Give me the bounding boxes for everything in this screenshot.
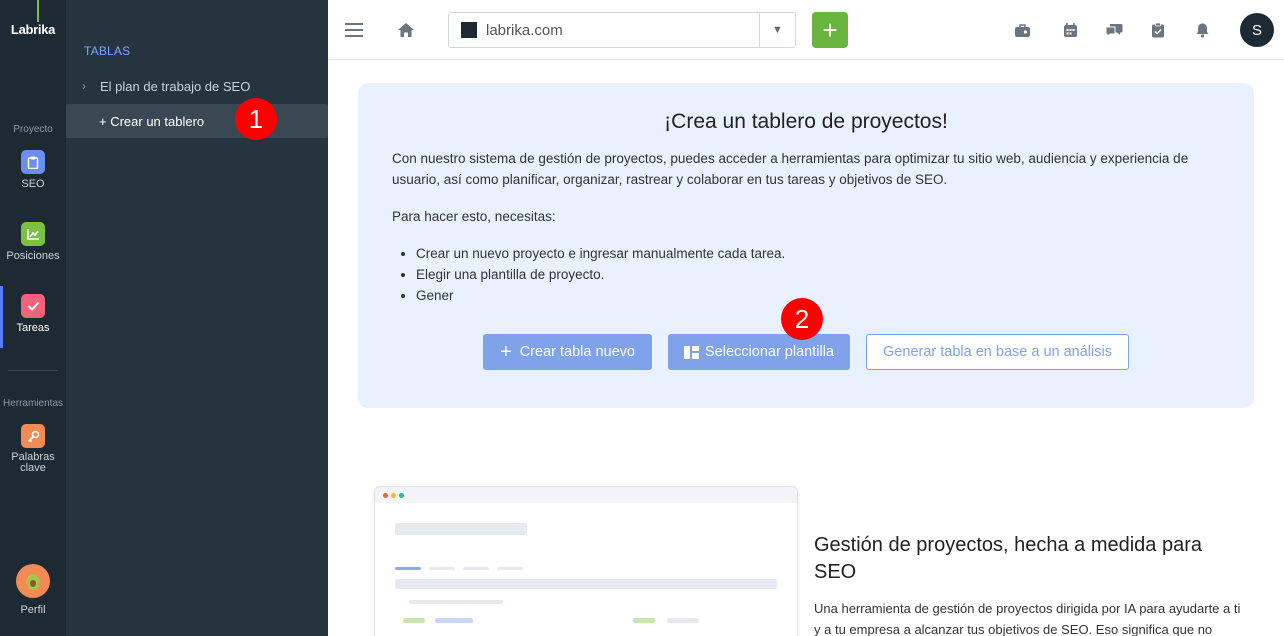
feature-title: Gestión de proyectos, hecha a medida par… (814, 534, 1203, 583)
card-intro: Con nuestro sistema de gestión de proyec… (392, 151, 1189, 187)
clipboard-check-icon[interactable] (1146, 18, 1170, 42)
left-rail: Labrika Proyecto SEO Posiciones Tareas H… (0, 0, 66, 636)
sidebar-heading: TABLAS (84, 44, 131, 58)
rail-item-label: Tareas (16, 322, 50, 334)
site-select-value: labrika.com (486, 21, 563, 39)
logo-accent (37, 0, 39, 22)
card-need: Para hacer esto, necesitas: (392, 209, 556, 224)
check-icon (21, 294, 45, 318)
preview-window-bar (375, 487, 797, 503)
chevron-down-icon[interactable]: ▼ (759, 13, 795, 47)
site-favicon (461, 22, 477, 38)
template-grid-icon (684, 345, 700, 359)
preview-image (374, 486, 798, 636)
menu-icon[interactable] (342, 18, 366, 42)
rail-item-label: Palabras clave (11, 451, 55, 474)
rail-item-seo[interactable]: SEO (0, 150, 66, 190)
calendar-icon[interactable] (1058, 18, 1082, 42)
clipboard-icon (21, 150, 45, 174)
rail-item-label: Perfil (20, 604, 46, 616)
select-template-button[interactable]: Seleccionar plantilla (668, 334, 850, 370)
chat-icon[interactable] (1102, 18, 1126, 42)
main-content: ¡Crea un tablero de proyectos! Con nuest… (328, 60, 1284, 636)
sidebar: TABLAS › El plan de trabajo de SEO + Cre… (66, 0, 328, 636)
create-table-button[interactable]: + Crear tabla nuevo (483, 334, 652, 370)
list-item: Crear un nuevo proyecto e ingresar manua… (416, 243, 785, 264)
sidebar-item-seo-plan[interactable]: › El plan de trabajo de SEO (66, 69, 328, 103)
bell-icon[interactable] (1190, 18, 1214, 42)
rail-item-positions[interactable]: Posiciones (0, 222, 66, 262)
avocado-icon (16, 564, 50, 598)
requirements-list: Crear un nuevo proyecto e ingresar manua… (416, 243, 785, 306)
site-select[interactable]: labrika.com ▼ (448, 12, 796, 48)
chevron-right-icon: › (82, 79, 86, 93)
chart-icon (21, 222, 45, 246)
rail-item-label: SEO (21, 178, 45, 190)
rail-item-label: Posiciones (6, 250, 60, 262)
rail-section-project: Proyecto (13, 124, 53, 135)
rail-item-keywords[interactable]: Palabras clave (0, 424, 66, 474)
step-marker-1: 1 (235, 98, 277, 140)
list-item: Elegir una plantilla de proyecto. (416, 264, 785, 285)
sidebar-item-label: + Crear un tablero (99, 113, 205, 129)
app-root: Labrika Proyecto SEO Posiciones Tareas H… (0, 0, 1284, 636)
key-icon (21, 424, 45, 448)
app-logo[interactable]: Labrika (0, 22, 66, 37)
create-board-card: ¡Crea un tablero de proyectos! Con nuest… (358, 83, 1254, 408)
rail-item-tasks[interactable]: Tareas (0, 286, 66, 348)
add-button[interactable]: + (812, 12, 848, 48)
button-label: Seleccionar plantilla (705, 344, 834, 360)
home-icon[interactable] (394, 18, 418, 42)
user-avatar[interactable]: S (1240, 13, 1274, 47)
button-label: Crear tabla nuevo (519, 344, 635, 360)
sidebar-item-create-board[interactable]: + Crear un tablero (66, 104, 328, 138)
rail-section-tools: Herramientas (2, 398, 64, 409)
button-label: Generar tabla en base a un análisis (883, 344, 1112, 360)
list-item: Gener (416, 285, 785, 306)
briefcase-icon[interactable] (1010, 18, 1034, 42)
feature-text: Una herramienta de gestión de proyectos … (814, 601, 1241, 636)
topbar: labrika.com ▼ + S (328, 0, 1284, 60)
generate-table-button[interactable]: Generar tabla en base a un análisis (866, 334, 1129, 370)
rail-divider (8, 370, 58, 371)
rail-item-profile[interactable]: Perfil (0, 564, 66, 616)
sidebar-item-label: El plan de trabajo de SEO (100, 78, 251, 94)
card-title: ¡Crea un tablero de proyectos! (664, 110, 948, 133)
plus-icon: + (500, 340, 512, 363)
step-marker-2: 2 (781, 298, 823, 340)
